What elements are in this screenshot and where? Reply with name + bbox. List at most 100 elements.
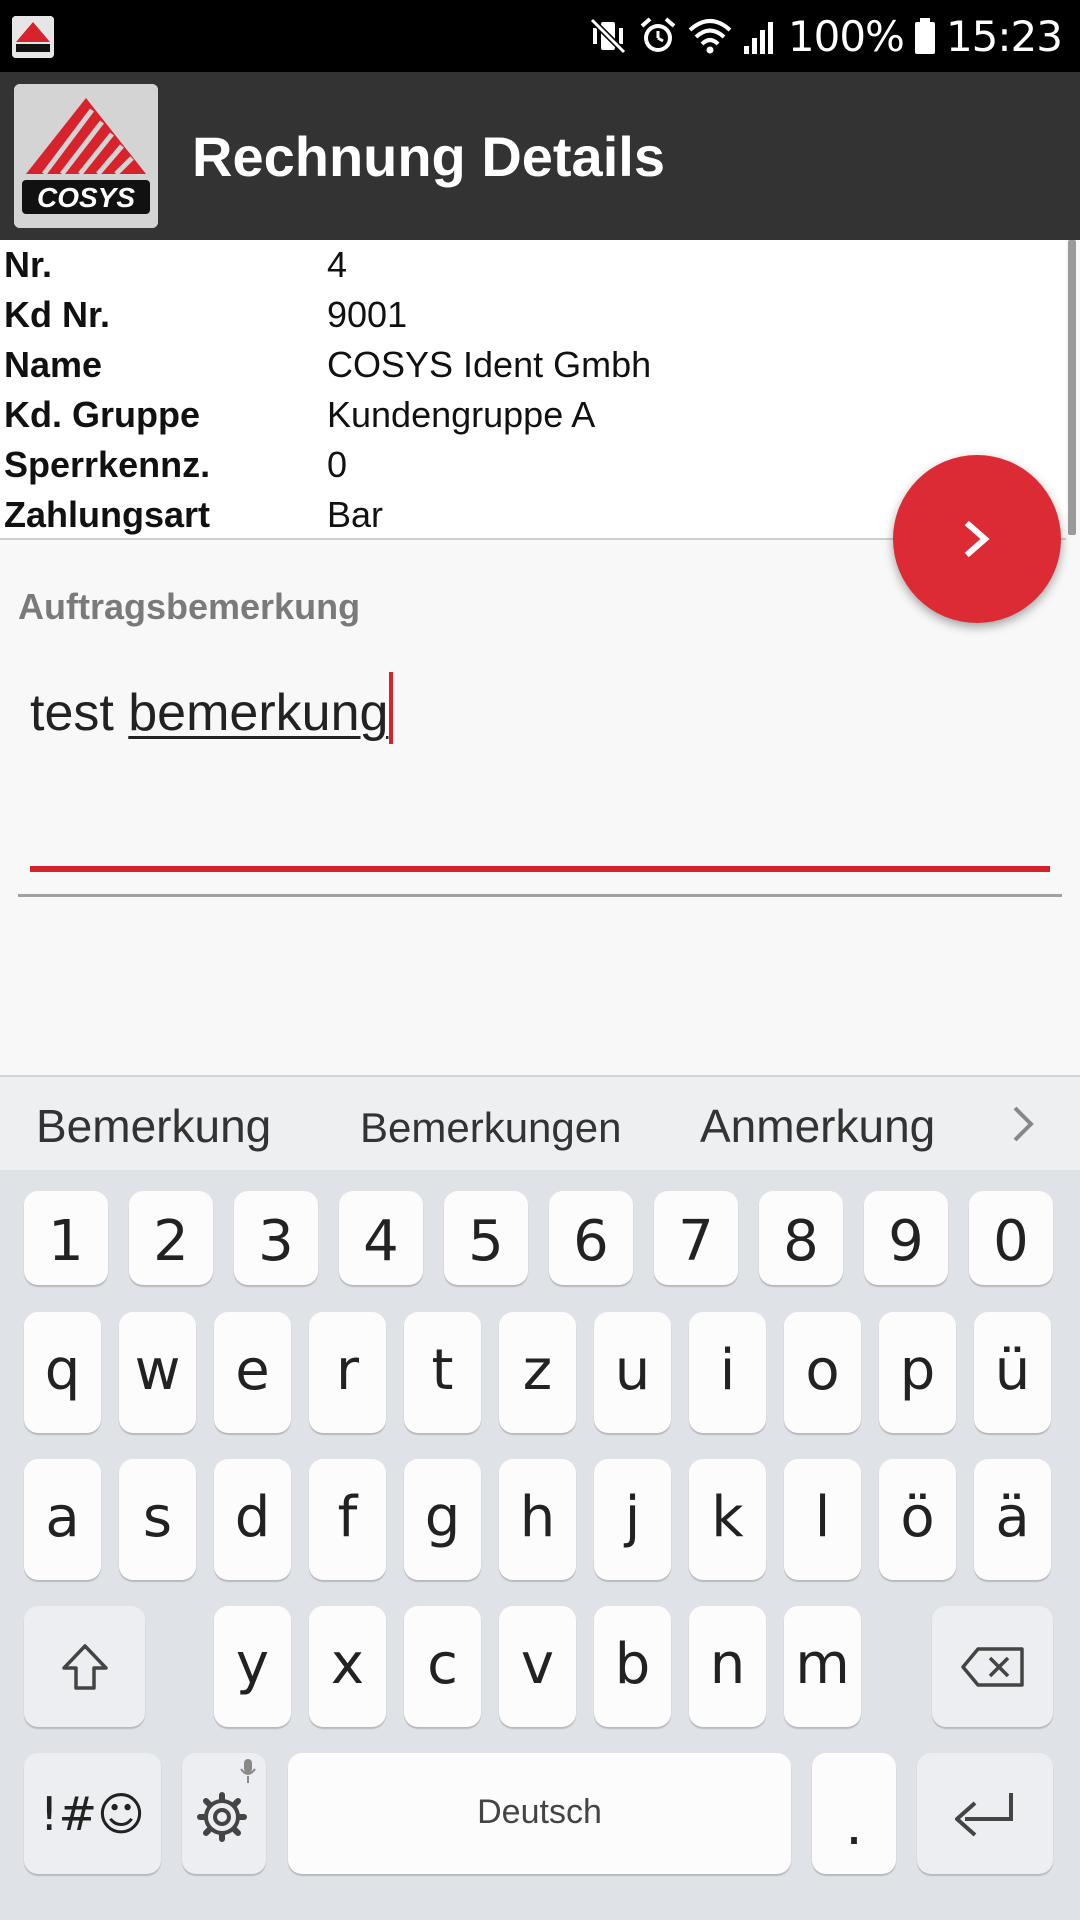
detail-value: 9001: [327, 294, 408, 335]
key-a[interactable]: a: [24, 1459, 101, 1580]
key-x[interactable]: x: [309, 1606, 386, 1727]
detail-value: Bar: [327, 494, 384, 535]
status-bar: 100% 15:23: [0, 0, 1080, 72]
battery-percent: 100%: [787, 11, 905, 61]
logo-text: COSYS: [37, 182, 135, 213]
detail-value: Kundengruppe A: [327, 394, 596, 435]
remark-text-part: test: [30, 684, 129, 742]
key-w[interactable]: w: [119, 1312, 196, 1433]
key-b[interactable]: b: [594, 1606, 671, 1727]
remark-label: Auftragsbemerkung: [18, 586, 361, 627]
remark-text-composing: bemerkung: [128, 684, 389, 742]
key-i[interactable]: i: [689, 1312, 766, 1433]
section-divider: [18, 894, 1062, 897]
vibrate-mute-icon: [589, 17, 626, 55]
text-cursor: [389, 672, 394, 744]
key-e[interactable]: e: [214, 1312, 291, 1433]
battery-icon: [914, 18, 935, 54]
key-f[interactable]: f: [309, 1459, 386, 1580]
key-k[interactable]: k: [689, 1459, 766, 1580]
key-y[interactable]: y: [214, 1606, 291, 1727]
details-scrollbar[interactable]: [1068, 240, 1076, 535]
key-l[interactable]: l: [784, 1459, 861, 1580]
remark-input[interactable]: test bemerkung: [30, 672, 394, 744]
key-8[interactable]: 8: [759, 1191, 843, 1285]
shift-key[interactable]: [24, 1606, 145, 1727]
detail-label: Kd Nr.: [4, 294, 111, 335]
detail-row-kd-gruppe: Kd. Gruppe Kundengruppe A: [0, 390, 1060, 440]
detail-label: Nr.: [4, 244, 53, 285]
detail-row-name: Name COSYS Ident Gmbh: [0, 340, 1060, 390]
detail-label: Name: [4, 344, 103, 385]
symbols-key[interactable]: !#☺: [24, 1753, 161, 1874]
period-label: .: [845, 1793, 863, 1858]
app-logo: COSYS: [14, 84, 158, 228]
key-q[interactable]: q: [24, 1312, 101, 1433]
key-4[interactable]: 4: [339, 1191, 423, 1285]
suggestion-bar: Bemerkung Bemerkungen Anmerkung: [0, 1075, 1080, 1170]
key-2[interactable]: 2: [129, 1191, 213, 1285]
clock: 15:23: [945, 11, 1063, 61]
space-key[interactable]: Deutsch: [288, 1753, 791, 1874]
app-logo-icon: [12, 16, 54, 58]
key-z[interactable]: z: [499, 1312, 576, 1433]
key-9[interactable]: 9: [864, 1191, 948, 1285]
key-u[interactable]: u: [594, 1312, 671, 1433]
shift-icon: [62, 1644, 108, 1690]
detail-label: Kd. Gruppe: [4, 394, 200, 435]
settings-key[interactable]: [182, 1753, 266, 1874]
key-t[interactable]: t: [404, 1312, 481, 1433]
detail-label: Sperrkennz.: [4, 444, 211, 485]
key-j[interactable]: j: [594, 1459, 671, 1580]
key-6[interactable]: 6: [549, 1191, 633, 1285]
key-o[interactable]: o: [784, 1312, 861, 1433]
key-oe[interactable]: ö: [879, 1459, 956, 1580]
key-1[interactable]: 1: [24, 1191, 108, 1285]
mic-icon: [240, 1759, 256, 1783]
enter-key[interactable]: [917, 1753, 1053, 1874]
signal-icon: [743, 22, 773, 54]
detail-value: 4: [327, 244, 348, 285]
backspace-icon: [961, 1647, 1024, 1687]
key-h[interactable]: h: [499, 1459, 576, 1580]
period-key[interactable]: .: [812, 1753, 896, 1874]
backspace-key[interactable]: [932, 1606, 1053, 1727]
space-label: Deutsch: [477, 1793, 602, 1831]
app-bar: COSYS Rechnung Details: [0, 72, 1080, 240]
suggestion-item[interactable]: Anmerkung: [700, 1099, 935, 1153]
key-m[interactable]: m: [784, 1606, 861, 1727]
symbols-label: !#☺: [40, 1787, 145, 1841]
suggestion-item[interactable]: Bemerkungen: [360, 1104, 622, 1152]
remark-input-underline: [30, 866, 1050, 872]
key-c[interactable]: c: [404, 1606, 481, 1727]
key-r[interactable]: r: [309, 1312, 386, 1433]
detail-row-kd-nr: Kd Nr. 9001: [0, 290, 1060, 340]
detail-row-nr: Nr. 4: [0, 240, 1060, 290]
key-d[interactable]: d: [214, 1459, 291, 1580]
detail-label: Zahlungsart: [4, 494, 211, 535]
key-ae[interactable]: ä: [974, 1459, 1051, 1580]
alarm-icon: [640, 17, 676, 52]
key-n[interactable]: n: [689, 1606, 766, 1727]
detail-value: COSYS Ident Gmbh: [327, 344, 652, 385]
next-fab-button[interactable]: [893, 455, 1061, 623]
key-7[interactable]: 7: [654, 1191, 738, 1285]
key-ue[interactable]: ü: [974, 1312, 1051, 1433]
chevron-right-icon[interactable]: [1003, 1102, 1043, 1146]
gear-icon: [197, 1792, 247, 1842]
key-0[interactable]: 0: [969, 1191, 1053, 1285]
suggestion-item[interactable]: Bemerkung: [36, 1099, 271, 1153]
detail-row-sperrkennz: Sperrkennz. 0: [0, 440, 1060, 490]
soft-keyboard: Bemerkung Bemerkungen Anmerkung 1 2 3 4 …: [0, 1075, 1080, 1920]
key-g[interactable]: g: [404, 1459, 481, 1580]
detail-value: 0: [327, 444, 348, 485]
key-5[interactable]: 5: [444, 1191, 528, 1285]
key-p[interactable]: p: [879, 1312, 956, 1433]
wifi-icon: [688, 19, 732, 54]
page-title: Rechnung Details: [192, 125, 665, 188]
key-s[interactable]: s: [119, 1459, 196, 1580]
enter-icon: [955, 1793, 1013, 1837]
key-3[interactable]: 3: [234, 1191, 318, 1285]
key-v[interactable]: v: [499, 1606, 576, 1727]
chevron-right-icon: [964, 520, 990, 558]
